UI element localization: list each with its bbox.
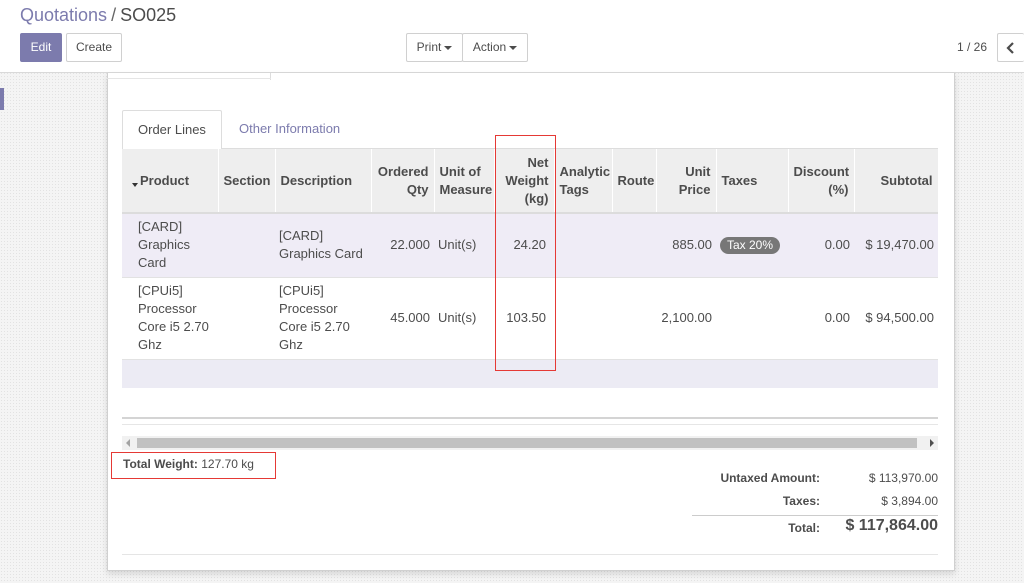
column-header-subtotal[interactable]: Subtotal [854,149,938,214]
divider [122,554,938,555]
tab-order-lines[interactable]: Order Lines [122,110,222,150]
cell-discount[interactable]: 0.00 [788,213,854,278]
cell-taxes[interactable] [716,277,788,360]
print-label: Print [416,40,442,54]
untaxed-amount-value: $ 113,970.00 [868,471,938,485]
cell-analytic-tags[interactable] [554,277,612,360]
column-header-ordered-qty[interactable]: Ordered Qty [371,149,435,214]
cell-analytic-tags[interactable] [554,213,612,278]
create-button[interactable]: Create [66,33,122,62]
breadcrumb-current: SO025 [120,5,177,25]
caret-down-icon [509,45,518,50]
untaxed-amount-label: Untaxed Amount: [720,471,820,485]
cell-discount[interactable]: 0.00 [788,277,854,360]
column-header-section[interactable]: Section [218,149,276,214]
cell-section[interactable] [218,277,275,360]
chevron-left-icon [1006,42,1014,54]
action-dropdown[interactable]: Action [462,33,528,62]
horizontal-scrollbar[interactable] [122,436,938,450]
tax-badge: Tax 20% [720,237,781,255]
breadcrumb: Quotations / SO025 [20,5,176,26]
pager-value: 1 / 26 [957,40,988,54]
caret-down-icon [132,183,138,188]
cell-product[interactable]: [CPUi5] Processor Core i5 2.70 Ghz [122,277,218,360]
cell-product[interactable]: [CARD] Graphics Card [122,213,218,278]
cell-subtotal: $ 19,470.00 [854,213,938,278]
taxes-label: Taxes: [782,494,820,508]
cell-unit-price[interactable]: 2,100.00 [656,277,716,360]
pager-previous-button[interactable] [997,33,1024,62]
edit-button[interactable]: Edit [20,33,62,62]
print-dropdown[interactable]: Print [406,33,463,62]
table-footer [122,417,938,425]
taxes-value: $ 3,894.00 [881,494,938,508]
cell-uom[interactable]: Unit(s) [434,277,494,360]
column-header-route[interactable]: Route [612,149,657,214]
column-header-unit-price[interactable]: Unit Price [656,149,717,214]
cell-ordered-qty[interactable]: 45.000 [371,277,434,360]
divider [692,515,938,516]
column-header-product[interactable]: Product [122,149,219,214]
column-header-unit-of-measure[interactable]: Unit of Measure [434,149,495,214]
breadcrumb-quotations-link[interactable]: Quotations [20,5,107,25]
caret-down-icon [444,45,453,50]
cell-description[interactable]: [CARD] Graphics Card [275,213,371,278]
cell-description[interactable]: [CPUi5] Processor Core i5 2.70 Ghz [275,277,371,360]
column-header-discount[interactable]: Discount (%) [788,149,855,214]
cell-route[interactable] [612,277,656,360]
sidebar-accent [0,88,4,110]
cell-uom[interactable]: Unit(s) [434,213,494,278]
control-panel: Quotations / SO025 Edit Create Print Actio… [0,0,1024,73]
scrollbar-thumb[interactable] [137,438,917,448]
scroll-right-icon[interactable] [930,439,934,447]
divider [107,78,271,79]
tab-other-information[interactable]: Other Information [224,110,355,150]
scroll-left-icon[interactable] [126,439,130,447]
column-header-analytic-tags[interactable]: Analytic Tags [554,149,613,214]
net-weight-highlight [495,135,556,371]
cell-subtotal: $ 94,500.00 [854,277,938,360]
total-weight-value: 127.70 kg [201,457,254,471]
column-header-description[interactable]: Description [275,149,372,214]
total-weight-label: Total Weight: [123,457,198,471]
column-header-taxes[interactable]: Taxes [716,149,789,214]
breadcrumb-separator: / [111,5,117,25]
cell-section[interactable] [218,213,275,278]
total-label: Total: [788,521,820,535]
cell-taxes[interactable]: Tax 20% [716,213,788,278]
cell-unit-price[interactable]: 885.00 [656,213,716,278]
cell-ordered-qty[interactable]: 22.000 [371,213,434,278]
total-weight-box: Total Weight: 127.70 kg [111,452,276,479]
action-label: Action [472,40,507,54]
total-value: $ 117,864.00 [845,517,938,534]
cell-route[interactable] [612,213,656,278]
